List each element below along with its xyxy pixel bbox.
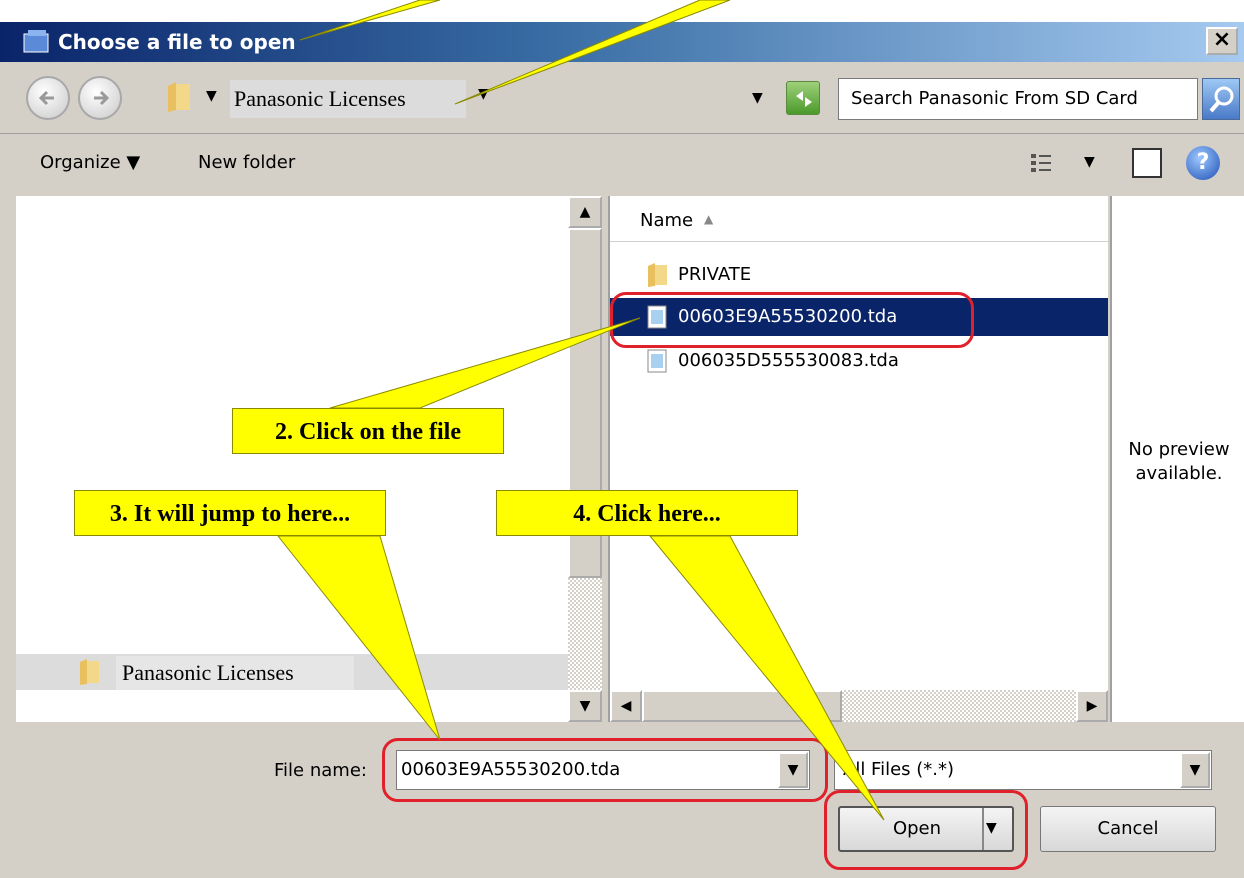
search-icon xyxy=(1209,86,1234,113)
scroll-down-button[interactable]: ▼ xyxy=(568,690,602,722)
chevron-down-icon[interactable]: ▼ xyxy=(206,88,217,104)
dialog-app-icon xyxy=(22,28,52,56)
chevron-down-icon[interactable]: ▼ xyxy=(478,86,489,102)
back-arrow-icon xyxy=(38,90,54,106)
highlight-open-button xyxy=(824,790,1028,870)
forward-button[interactable] xyxy=(78,76,122,120)
folder-icon xyxy=(646,262,668,288)
dialog-title: Choose a file to open xyxy=(58,30,296,54)
preview-message: No preview available. xyxy=(1128,439,1230,484)
view-options-icon[interactable] xyxy=(1030,152,1052,174)
scroll-up-button[interactable]: ▲ xyxy=(568,196,602,228)
help-icon[interactable]: ? xyxy=(1186,146,1220,180)
column-name[interactable]: Name xyxy=(640,210,693,231)
callout-step-3: 3. It will jump to here... xyxy=(74,490,386,536)
close-button[interactable]: × xyxy=(1206,27,1238,55)
highlight-file-name xyxy=(382,738,828,802)
file-name-label: File name: xyxy=(274,760,367,781)
address-history-dropdown[interactable]: ▼ xyxy=(752,90,763,106)
new-folder-button[interactable]: New folder xyxy=(198,152,295,173)
scroll-thumb[interactable] xyxy=(642,690,842,722)
highlight-selected-file xyxy=(610,292,974,348)
list-item[interactable]: PRIVATE xyxy=(610,256,1108,294)
refresh-icon xyxy=(796,91,812,107)
cancel-button[interactable]: Cancel xyxy=(1040,806,1216,852)
search-input[interactable]: Search Panasonic From SD Card xyxy=(838,78,1198,120)
file-type-select[interactable]: All Files (*.*) xyxy=(834,750,1212,790)
file-type-dropdown[interactable]: ▼ xyxy=(1180,752,1210,788)
chevron-down-icon[interactable]: ▼ xyxy=(1084,154,1095,170)
callout-step-2: 2. Click on the file xyxy=(232,408,504,454)
scroll-right-button[interactable]: ▶ xyxy=(1076,690,1108,722)
sort-ascending-icon: ▲ xyxy=(704,212,714,226)
navigation-pane xyxy=(16,196,568,722)
callout-step-4: 4. Click here... xyxy=(496,490,798,536)
folder-icon xyxy=(78,658,100,686)
scroll-left-button[interactable]: ◀ xyxy=(610,690,642,722)
top-strip xyxy=(0,0,1244,22)
refresh-button[interactable] xyxy=(786,81,820,115)
organize-button[interactable]: Organize ▼ xyxy=(40,152,140,173)
toolbar xyxy=(0,134,1244,196)
file-icon xyxy=(646,348,668,374)
list-item-label: PRIVATE xyxy=(678,264,752,285)
search-button[interactable] xyxy=(1202,78,1240,120)
preview-pane-toggle[interactable] xyxy=(1132,148,1162,178)
folder-icon xyxy=(166,80,192,114)
back-button[interactable] xyxy=(26,76,70,120)
nav-item-label[interactable]: Panasonic Licenses xyxy=(116,656,354,690)
breadcrumb[interactable]: Panasonic Licenses xyxy=(230,80,466,118)
forward-arrow-icon xyxy=(94,90,110,106)
